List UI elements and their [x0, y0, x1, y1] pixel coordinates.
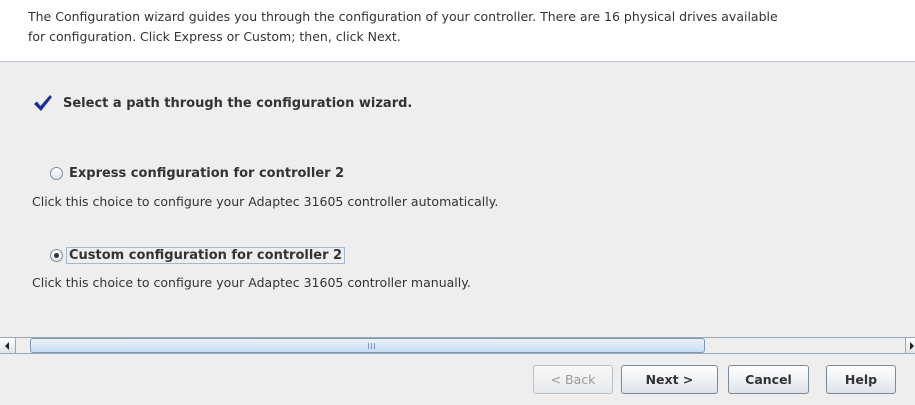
scroll-thumb[interactable] — [30, 338, 705, 353]
scroll-left-arrow-icon[interactable] — [0, 338, 16, 353]
help-button[interactable]: Help — [826, 365, 896, 394]
back-button[interactable]: < Back — [533, 365, 613, 394]
express-radio[interactable] — [50, 167, 63, 180]
checkmark-icon — [34, 95, 52, 111]
cancel-button[interactable]: Cancel — [728, 365, 809, 394]
express-description: Click this choice to configure your Adap… — [32, 194, 499, 209]
custom-description: Click this choice to configure your Adap… — [32, 275, 471, 290]
custom-label[interactable]: Custom configuration for controller 2 — [66, 247, 346, 264]
button-bar: < Back Next > Cancel Help — [0, 354, 915, 405]
step-title: Select a path through the configuration … — [63, 95, 413, 111]
grip-icon — [368, 343, 375, 349]
custom-option[interactable]: Custom configuration for controller 2 — [50, 247, 346, 264]
next-button[interactable]: Next > — [621, 365, 718, 394]
scroll-right-arrow-icon[interactable] — [905, 338, 915, 353]
custom-radio[interactable] — [50, 249, 63, 262]
intro-text-line2: for configuration. Click Express or Cust… — [28, 29, 401, 44]
intro-text-line1: The Configuration wizard guides you thro… — [28, 9, 778, 24]
express-option[interactable]: Express configuration for controller 2 — [50, 166, 344, 181]
intro-panel: The Configuration wizard guides you thro… — [0, 0, 915, 62]
step-heading: Select a path through the configuration … — [33, 94, 412, 112]
express-label[interactable]: Express configuration for controller 2 — [69, 166, 344, 181]
horizontal-scrollbar[interactable] — [0, 337, 915, 354]
wizard-content: Select a path through the configuration … — [0, 62, 915, 336]
